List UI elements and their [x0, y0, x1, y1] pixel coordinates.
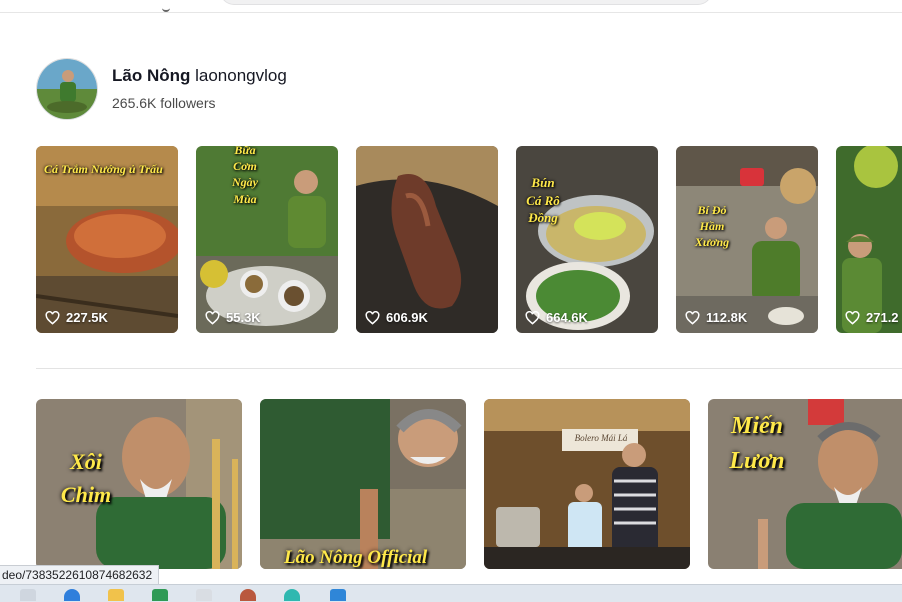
- file-icon[interactable]: [20, 589, 36, 601]
- heart-icon: [845, 310, 860, 325]
- follower-count: 265.6K followers: [112, 95, 216, 111]
- creator-name[interactable]: Lão Nông laonongvlog: [112, 66, 287, 86]
- related-video-card[interactable]: Xôi Chim: [36, 399, 242, 569]
- like-count: 271.2: [845, 310, 899, 325]
- section-divider: [36, 368, 902, 369]
- display-name[interactable]: Lão Nông: [112, 66, 190, 85]
- edge-icon[interactable]: [64, 589, 80, 601]
- heart-icon: [45, 310, 60, 325]
- card-caption: Xôi Chim: [60, 449, 112, 507]
- heart-icon: [205, 310, 220, 325]
- video-caption: Bún Cá Rô Đồng: [526, 175, 560, 226]
- video-thumbnail[interactable]: Cá Trắm Nướng ủ Trấu 227.5K: [36, 146, 178, 333]
- top-bar: [0, 0, 902, 13]
- heart-icon: [365, 310, 380, 325]
- browser-icon[interactable]: [240, 589, 256, 601]
- like-count: 112.8K: [685, 310, 747, 325]
- heart-icon: [525, 310, 540, 325]
- card-caption: Lão Nông Official: [284, 547, 428, 568]
- mail-icon[interactable]: [330, 589, 346, 601]
- chat-icon[interactable]: [284, 589, 300, 601]
- video-thumbnail[interactable]: Bữa Cơm Ngày Mùa 55.3K: [196, 146, 338, 333]
- status-url: deo/7383522610874682632: [0, 565, 160, 585]
- like-count: 606.9K: [365, 310, 428, 325]
- folder-icon[interactable]: [108, 589, 124, 601]
- like-count: 664.6K: [525, 310, 588, 325]
- video-thumbnail[interactable]: 606.9K: [356, 146, 498, 333]
- sign-text: Bolero Mái Lá: [574, 433, 628, 443]
- video-thumbnail[interactable]: Bí Đỏ Hầm Xương 112.8K: [676, 146, 818, 333]
- video-caption: Cá Trắm Nướng ủ Trấu: [44, 162, 163, 176]
- video-caption: Bí Đỏ Hầm Xương: [694, 203, 730, 250]
- related-video-card[interactable]: Lão Nông Official: [260, 399, 466, 569]
- heart-icon: [685, 310, 700, 325]
- like-count: 227.5K: [45, 310, 108, 325]
- video-caption: Bữa Cơm Ngày Mùa: [232, 146, 258, 206]
- video-thumbnail[interactable]: 271.2: [836, 146, 902, 333]
- taskbar: [0, 584, 902, 602]
- sheet-icon[interactable]: [152, 589, 168, 601]
- avatar[interactable]: [36, 58, 98, 120]
- related-video-card[interactable]: Bolero Mái Lá: [484, 399, 690, 569]
- video-thumbnail[interactable]: Bún Cá Rô Đồng 664.6K: [516, 146, 658, 333]
- card-caption: Miến Lươn: [729, 413, 785, 474]
- nav-icon[interactable]: [162, 6, 170, 12]
- related-video-card[interactable]: Miến Lươn: [708, 399, 902, 569]
- creator-handle[interactable]: laonongvlog: [195, 66, 287, 85]
- app-icon[interactable]: [196, 589, 212, 601]
- like-count: 55.3K: [205, 310, 261, 325]
- search-bar[interactable]: [220, 0, 712, 5]
